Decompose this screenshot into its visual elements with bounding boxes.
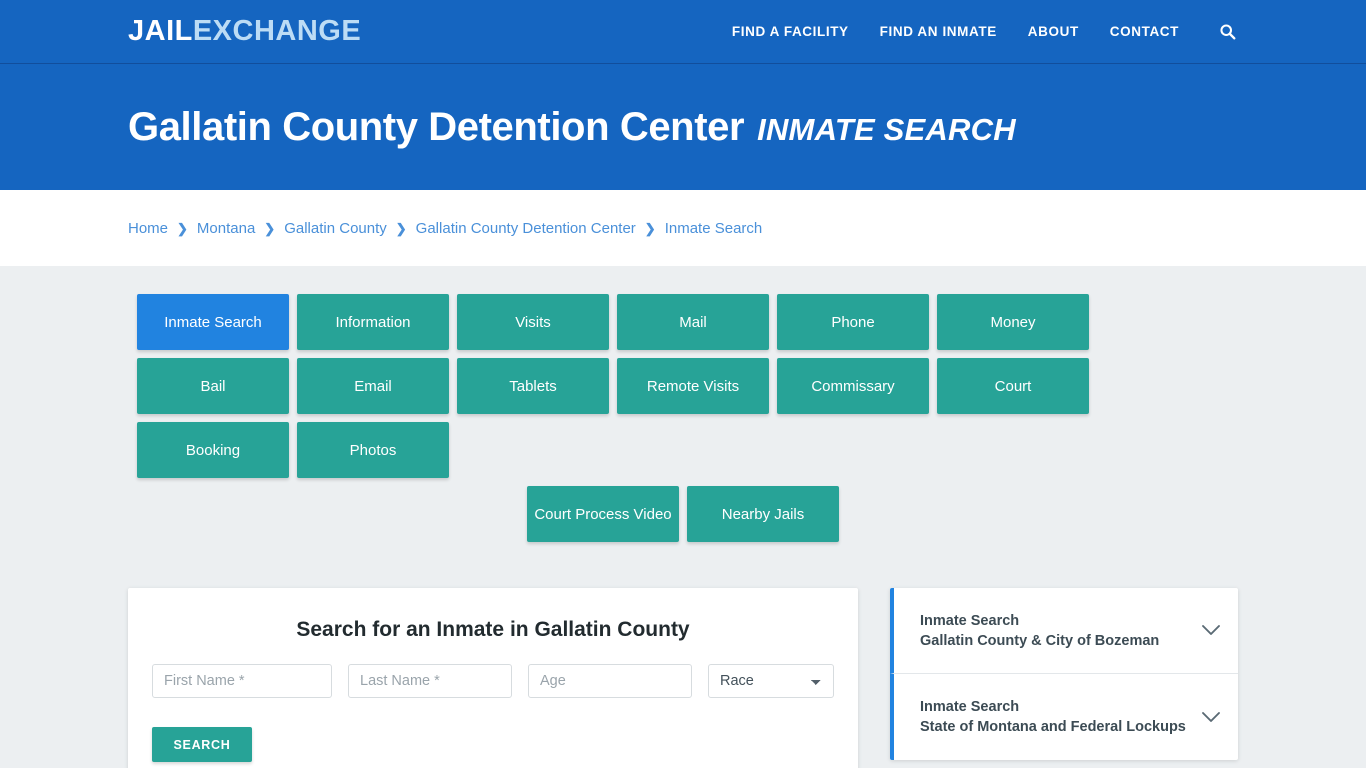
- breadcrumb-item-home[interactable]: Home: [128, 220, 168, 237]
- breadcrumb-separator: ❯: [177, 220, 188, 236]
- nav-item-find-an-inmate[interactable]: FIND AN INMATE: [880, 24, 997, 39]
- accordion-item-montana-federal[interactable]: Inmate Search State of Montana and Feder…: [890, 674, 1238, 760]
- tab-information[interactable]: Information: [297, 294, 449, 350]
- breadcrumb-separator: ❯: [264, 220, 276, 236]
- accordion-item-title: Inmate Search: [920, 612, 1020, 629]
- accordion-item-title: Inmate Search: [920, 699, 1020, 715]
- site-logo[interactable]: JAILEXCHANGE: [128, 17, 361, 46]
- search-card-heading: Search for an Inmate in Gallatin County: [296, 618, 690, 641]
- tab-phone[interactable]: Phone: [777, 294, 929, 350]
- tab-money[interactable]: Money: [937, 294, 1089, 350]
- page-root: JAILEXCHANGE FIND A FACILITY FIND AN INM…: [0, 0, 1366, 768]
- page-subtitle: INMATE SEARCH: [757, 112, 1016, 147]
- breadcrumb-separator: ❯: [395, 220, 407, 236]
- inmate-search-card: Search for an Inmate in Gallatin County …: [128, 588, 858, 768]
- breadcrumb-separator: ❯: [644, 220, 656, 236]
- left-column: Search for an Inmate in Gallatin County …: [128, 588, 858, 768]
- hero-banner: Gallatin County Detention Center INMATE …: [0, 64, 1366, 190]
- logo-text-exchange: EXCHANGE: [192, 15, 362, 47]
- breadcrumb-item-detention-center[interactable]: Gallatin County Detention Center: [416, 220, 636, 237]
- tab-court-process-video[interactable]: Court Process Video: [527, 486, 679, 542]
- accordion-item-text: Inmate Search State of Montana and Feder…: [920, 697, 1188, 737]
- accordion-item-text: Inmate Search Gallatin County & City of …: [920, 611, 1188, 651]
- breadcrumb-item-inmate-search: Inmate Search: [664, 219, 763, 237]
- right-column: Inmate Search Gallatin County & City of …: [890, 588, 1238, 760]
- nav-item-find-a-facility[interactable]: FIND A FACILITY: [732, 24, 849, 39]
- logo-text-jail: JAIL: [128, 15, 193, 47]
- tab-commissary[interactable]: Commissary: [777, 358, 929, 414]
- race-select[interactable]: Race: [708, 664, 834, 698]
- nav-item-about[interactable]: ABOUT: [1028, 24, 1079, 39]
- tab-nearby-jails[interactable]: Nearby Jails: [687, 486, 839, 542]
- tab-photos[interactable]: Photos: [297, 422, 449, 478]
- tab-booking[interactable]: Booking: [137, 422, 289, 478]
- accordion-item-subtitle: Gallatin County & City of Bozeman: [920, 632, 1160, 649]
- search-button[interactable]: SEARCH: [152, 727, 252, 762]
- tab-remote-visits[interactable]: Remote Visits: [617, 358, 769, 414]
- breadcrumb: Home ❯ Montana ❯ Gallatin County ❯ Galla…: [128, 220, 762, 237]
- last-name-input[interactable]: [348, 664, 512, 698]
- breadcrumb-band: Home ❯ Montana ❯ Gallatin County ❯ Galla…: [0, 190, 1366, 266]
- tab-tablets[interactable]: Tablets: [457, 358, 609, 414]
- tab-inmate-search[interactable]: Inmate Search: [137, 294, 289, 350]
- inmate-search-accordion: Inmate Search Gallatin County & City of …: [890, 588, 1238, 760]
- nav-item-contact[interactable]: CONTACT: [1110, 24, 1179, 39]
- content-columns: Search for an Inmate in Gallatin County …: [128, 588, 1238, 768]
- tab-visits[interactable]: Visits: [457, 294, 609, 350]
- tab-email[interactable]: Email: [297, 358, 449, 414]
- chevron-down-icon[interactable]: [1200, 706, 1222, 728]
- tab-bail[interactable]: Bail: [137, 358, 289, 414]
- tab-mail[interactable]: Mail: [617, 294, 769, 350]
- age-input[interactable]: [528, 664, 692, 698]
- facility-tabs-row-3: Court Process Video Nearby Jails: [137, 486, 1229, 542]
- search-field-row: Race: [152, 664, 834, 698]
- accordion-item-gallatin-bozeman[interactable]: Inmate Search Gallatin County & City of …: [890, 588, 1238, 674]
- first-name-input[interactable]: [152, 664, 332, 698]
- chevron-down-icon[interactable]: [1200, 620, 1222, 642]
- facility-tabs: Inmate Search Information Visits Mail Ph…: [137, 294, 1229, 478]
- hero-inner: Gallatin County Detention Center INMATE …: [128, 105, 1016, 149]
- main-content: Inmate Search Information Visits Mail Ph…: [0, 266, 1366, 768]
- page-title: Gallatin County Detention Center: [128, 105, 745, 149]
- main-navigation: FIND A FACILITY FIND AN INMATE ABOUT CON…: [732, 21, 1238, 43]
- breadcrumb-item-montana[interactable]: Montana: [197, 220, 255, 237]
- accordion-item-subtitle: State of Montana and Federal Lockups: [920, 719, 1186, 735]
- search-icon[interactable]: [1216, 21, 1238, 43]
- breadcrumb-item-gallatin-county[interactable]: Gallatin County: [284, 220, 387, 237]
- tab-court[interactable]: Court: [937, 358, 1089, 414]
- site-header: JAILEXCHANGE FIND A FACILITY FIND AN INM…: [0, 0, 1366, 64]
